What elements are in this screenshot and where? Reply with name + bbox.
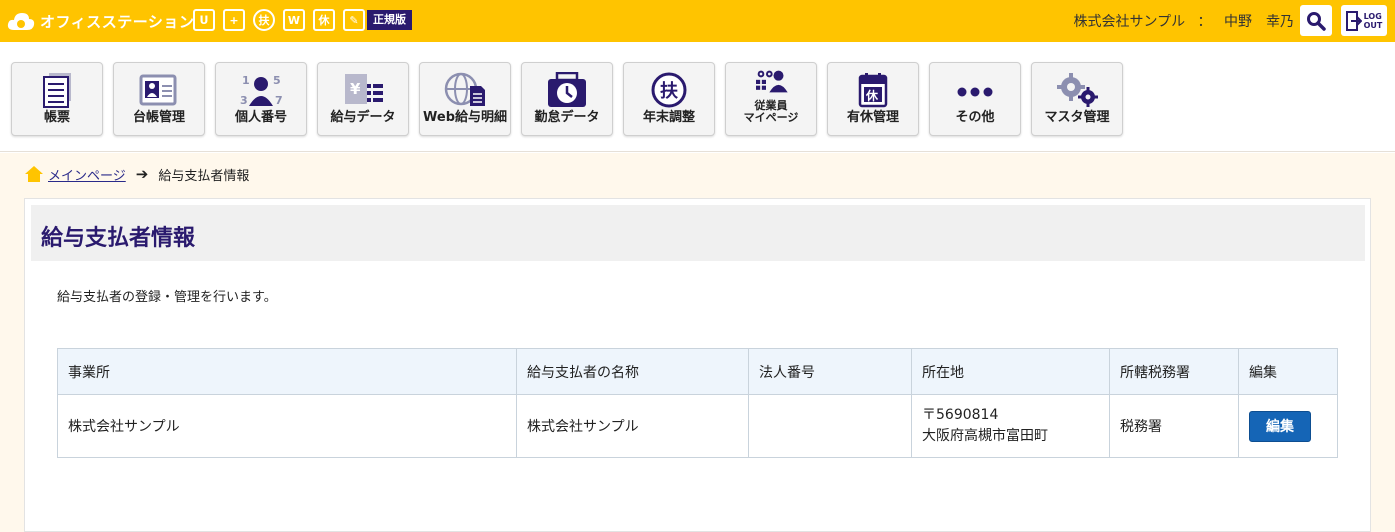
page-title: 給与支払者情報: [41, 226, 196, 251]
rabbit-icon[interactable]: ᑌ: [193, 9, 215, 31]
nav-label-chohyo: 帳票: [43, 110, 70, 125]
logout-button[interactable]: LOG OUT: [1341, 5, 1387, 36]
nav-label-nenmatsu: 年末調整: [642, 110, 695, 125]
cell-edit: 編集: [1238, 394, 1338, 458]
top-bar: オフィスステーション ᑌ + 扶 W 休 ✎ 正規版 株式会社サンプル ： 中野…: [0, 0, 1395, 42]
svg-text:¥: ¥: [350, 80, 361, 98]
medical-bag-icon[interactable]: +: [223, 9, 245, 31]
company-name: 株式会社サンプル: [1073, 14, 1186, 30]
arrow-right-icon: ➔: [135, 165, 149, 183]
edit-button[interactable]: 編集: [1249, 410, 1311, 442]
breadcrumb-home-link[interactable]: メインページ: [48, 165, 126, 184]
nav-label-web-kyuyo: Web給与明細: [423, 110, 507, 125]
svg-text:1: 1: [242, 74, 250, 87]
nav-label-kintai: 勤怠データ: [534, 110, 600, 125]
user-name: 中野 幸乃: [1224, 14, 1294, 30]
fuyou-icon[interactable]: 扶: [253, 9, 275, 31]
nav-label-mypage: 従業員 マイページ: [743, 99, 799, 124]
pen-icon[interactable]: ✎: [343, 9, 365, 31]
nav-item-chohyo[interactable]: 帳票: [11, 62, 103, 136]
col-header-address: 所在地: [911, 348, 1110, 395]
more-icon: [957, 87, 993, 97]
logout-label-2: OUT: [1363, 20, 1383, 30]
salary-data-icon: ¥: [345, 74, 383, 104]
nav-label-master: マスタ管理: [1044, 110, 1110, 125]
page-description: 給与支払者の登録・管理を行います。: [57, 290, 277, 305]
timecard-icon: [548, 72, 586, 107]
nav-item-mypage[interactable]: 従業員 マイページ: [725, 62, 817, 136]
logout-label-1: LOG: [1363, 11, 1382, 21]
app-name: オフィスステーション: [40, 12, 195, 31]
cell-payer-name: 株式会社サンプル: [516, 394, 749, 458]
address-line: 大阪府高槻市富田町: [922, 428, 1048, 444]
documents-icon: [43, 73, 71, 108]
user-separator: ：: [1197, 14, 1212, 30]
id-card-icon: [139, 74, 177, 106]
cell-corp-number: [748, 394, 912, 458]
personal-number-icon: 1 5 3 7: [240, 74, 283, 107]
table-row: 株式会社サンプル 株式会社サンプル 〒5690814 大阪府高槻市富田町 税務署…: [57, 394, 1338, 458]
col-header-edit: 編集: [1238, 348, 1338, 395]
home-icon: [25, 166, 43, 182]
web-payslip-icon: [444, 72, 485, 106]
search-button[interactable]: [1300, 5, 1332, 36]
panel-header: 給与支払者情報: [31, 205, 1365, 261]
app-logo[interactable]: オフィスステーション: [6, 7, 194, 35]
nav-item-daicho[interactable]: 台帳管理: [113, 62, 205, 136]
cloud-logo-icon: [7, 13, 35, 30]
paid-leave-calendar-icon: 休: [858, 73, 888, 108]
cell-address: 〒5690814 大阪府高槻市富田町: [911, 394, 1110, 458]
cell-tax-office: 税務署: [1109, 394, 1239, 458]
svg-text:扶: 扶: [660, 80, 679, 102]
payer-table: 事業所 給与支払者の名称 法人番号 所在地 所轄税務署 編集 株式会社サンプル …: [57, 348, 1338, 458]
app-switcher: ᑌ + 扶 W 休 ✎: [193, 9, 365, 31]
cell-office: 株式会社サンプル: [57, 394, 517, 458]
logout-icon: [1345, 10, 1362, 31]
gear-icon: [1057, 73, 1098, 107]
nav-label-kojin-bango: 個人番号: [234, 110, 287, 125]
nav-item-web-kyuyo[interactable]: Web給与明細: [419, 62, 511, 136]
nav-label-kyuyo-data: 給与データ: [330, 110, 396, 125]
kyu-icon[interactable]: 休: [313, 9, 335, 31]
svg-text:休: 休: [865, 88, 879, 103]
svg-text:3: 3: [240, 94, 248, 107]
table-header-row: 事業所 給与支払者の名称 法人番号 所在地 所轄税務署 編集: [57, 348, 1338, 395]
breadcrumb: メインページ ➔ 給与支払者情報: [24, 164, 249, 184]
nav-item-kyuyo-data[interactable]: ¥ 給与データ: [317, 62, 409, 136]
nav-label-other: その他: [955, 110, 995, 125]
nav-item-kintai[interactable]: 勤怠データ: [521, 62, 613, 136]
svg-text:5: 5: [273, 74, 281, 87]
breadcrumb-current: 給与支払者情報: [158, 168, 250, 184]
year-end-adjustment-icon: 扶: [651, 72, 687, 108]
web-icon[interactable]: W: [283, 9, 305, 31]
col-header-tax-office: 所轄税務署: [1109, 348, 1239, 395]
col-header-office: 事業所: [57, 348, 517, 395]
nav-label-yukyu: 有休管理: [846, 110, 899, 125]
main-panel: 給与支払者情報 給与支払者の登録・管理を行います。 事業所 給与支払者の名称 法…: [24, 198, 1371, 532]
nav-item-nenmatsu[interactable]: 扶 年末調整: [623, 62, 715, 136]
main-nav: 帳票 台帳管理 1 5 3 7 個人番号 ¥ 給与データ Web給与明細 勤怠デ…: [0, 42, 1395, 152]
edition-badge: 正規版: [367, 10, 412, 30]
col-header-corp-number: 法人番号: [748, 348, 912, 395]
nav-item-master[interactable]: マスタ管理: [1031, 62, 1123, 136]
nav-item-kojin-bango[interactable]: 1 5 3 7 個人番号: [215, 62, 307, 136]
svg-text:7: 7: [275, 94, 283, 107]
postal-code: 〒5690814: [922, 407, 999, 423]
user-info: 株式会社サンプル ： 中野 幸乃: [1074, 11, 1295, 31]
nav-item-yukyu[interactable]: 休 有休管理: [827, 62, 919, 136]
col-header-payer-name: 給与支払者の名称: [516, 348, 749, 395]
search-icon: [1307, 11, 1326, 31]
nav-label-daicho: 台帳管理: [132, 110, 185, 125]
employee-mypage-icon: [756, 70, 788, 93]
nav-item-other[interactable]: その他: [929, 62, 1021, 136]
